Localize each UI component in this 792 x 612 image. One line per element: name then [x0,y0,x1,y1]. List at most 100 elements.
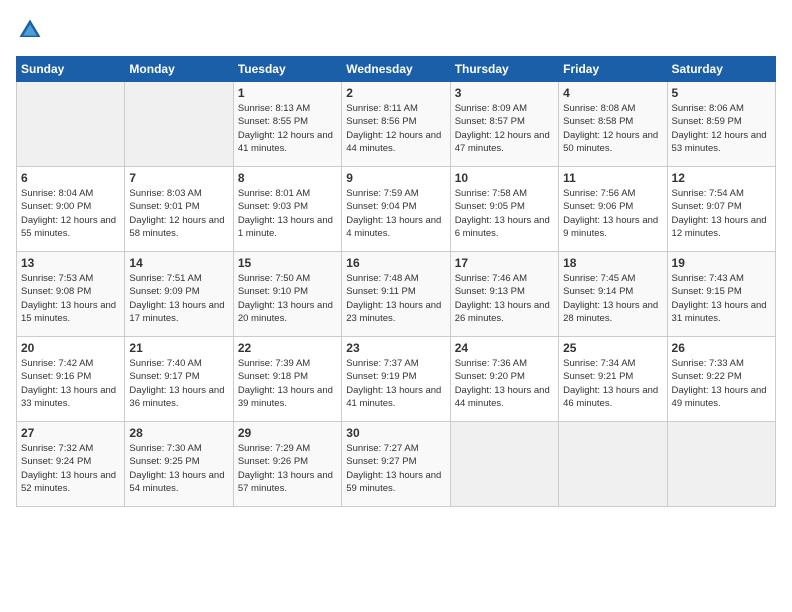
calendar-cell: 3 Sunrise: 8:09 AM Sunset: 8:57 PM Daylig… [450,82,558,167]
day-info: Sunrise: 7:56 AM Sunset: 9:06 PM Dayligh… [563,187,662,240]
day-number: 4 [563,86,662,100]
calendar-cell: 5Sunrise: 8:06 AM Sunset: 8:59 PM Daylig… [667,82,775,167]
calendar-cell: 6 Sunrise: 8:04 AM Sunset: 9:00 PM Daylig… [17,167,125,252]
day-number: 6 [21,171,120,185]
day-number: 23 [346,341,445,355]
weekday-header-thursday: Thursday [450,57,558,82]
day-info: Sunrise: 7:33 AM Sunset: 9:22 PM Dayligh… [672,357,771,410]
calendar-cell: 30 Sunrise: 7:27 AM Sunset: 9:27 PM Dayli… [342,422,450,507]
page-container: SundayMondayTuesdayWednesdayThursdayFrid… [0,0,792,515]
day-number: 28 [129,426,228,440]
day-info: Sunrise: 8:06 AM Sunset: 8:59 PM Dayligh… [672,102,771,155]
calendar-cell: 28 Sunrise: 7:30 AM Sunset: 9:25 PM Dayli… [125,422,233,507]
weekday-header-sunday: Sunday [17,57,125,82]
day-info: Sunrise: 7:37 AM Sunset: 9:19 PM Dayligh… [346,357,445,410]
day-number: 12 [672,171,771,185]
calendar-cell: 24 Sunrise: 7:36 AM Sunset: 9:20 PM Dayli… [450,337,558,422]
day-number: 11 [563,171,662,185]
calendar-cell [667,422,775,507]
day-number: 22 [238,341,337,355]
logo-icon [16,16,44,44]
day-info: Sunrise: 7:32 AM Sunset: 9:24 PM Dayligh… [21,442,120,495]
calendar-cell: 23 Sunrise: 7:37 AM Sunset: 9:19 PM Dayli… [342,337,450,422]
day-number: 17 [455,256,554,270]
day-info: Sunrise: 8:03 AM Sunset: 9:01 PM Dayligh… [129,187,228,240]
day-number: 9 [346,171,445,185]
calendar-table: SundayMondayTuesdayWednesdayThursdayFrid… [16,56,776,507]
calendar-cell: 14 Sunrise: 7:51 AM Sunset: 9:09 PM Dayli… [125,252,233,337]
calendar-cell: 26Sunrise: 7:33 AM Sunset: 9:22 PM Dayli… [667,337,775,422]
weekday-header-row: SundayMondayTuesdayWednesdayThursdayFrid… [17,57,776,82]
day-number: 29 [238,426,337,440]
day-info: Sunrise: 7:39 AM Sunset: 9:18 PM Dayligh… [238,357,337,410]
calendar-cell: 18 Sunrise: 7:45 AM Sunset: 9:14 PM Dayli… [559,252,667,337]
day-info: Sunrise: 7:51 AM Sunset: 9:09 PM Dayligh… [129,272,228,325]
calendar-week-4: 20 Sunrise: 7:42 AM Sunset: 9:16 PM Dayli… [17,337,776,422]
day-number: 7 [129,171,228,185]
calendar-cell: 21 Sunrise: 7:40 AM Sunset: 9:17 PM Dayli… [125,337,233,422]
day-number: 16 [346,256,445,270]
weekday-header-monday: Monday [125,57,233,82]
day-info: Sunrise: 7:46 AM Sunset: 9:13 PM Dayligh… [455,272,554,325]
calendar-cell: 22 Sunrise: 7:39 AM Sunset: 9:18 PM Dayli… [233,337,341,422]
day-info: Sunrise: 8:13 AM Sunset: 8:55 PM Dayligh… [238,102,337,155]
calendar-cell: 12 Sunrise: 7:54 AM Sunset: 9:07 PM Dayli… [667,167,775,252]
calendar-cell [125,82,233,167]
day-info: Sunrise: 7:45 AM Sunset: 9:14 PM Dayligh… [563,272,662,325]
day-info: Sunrise: 8:09 AM Sunset: 8:57 PM Dayligh… [455,102,554,155]
day-info: Sunrise: 7:34 AM Sunset: 9:21 PM Dayligh… [563,357,662,410]
calendar-cell: 25 Sunrise: 7:34 AM Sunset: 9:21 PM Dayli… [559,337,667,422]
day-info: Sunrise: 7:43 AM Sunset: 9:15 PM Dayligh… [672,272,771,325]
calendar-cell: 17 Sunrise: 7:46 AM Sunset: 9:13 PM Dayli… [450,252,558,337]
calendar-cell: 10 Sunrise: 7:58 AM Sunset: 9:05 PM Dayli… [450,167,558,252]
header [16,16,776,44]
calendar-cell [17,82,125,167]
day-number: 18 [563,256,662,270]
day-number: 14 [129,256,228,270]
day-info: Sunrise: 7:54 AM Sunset: 9:07 PM Dayligh… [672,187,771,240]
weekday-header-tuesday: Tuesday [233,57,341,82]
day-info: Sunrise: 8:01 AM Sunset: 9:03 PM Dayligh… [238,187,337,240]
weekday-header-saturday: Saturday [667,57,775,82]
day-info: Sunrise: 7:42 AM Sunset: 9:16 PM Dayligh… [21,357,120,410]
calendar-body: 1 Sunrise: 8:13 AM Sunset: 8:55 PM Daylig… [17,82,776,507]
calendar-cell: 2Sunrise: 8:11 AM Sunset: 8:56 PM Daylig… [342,82,450,167]
calendar-week-1: 1 Sunrise: 8:13 AM Sunset: 8:55 PM Daylig… [17,82,776,167]
day-number: 21 [129,341,228,355]
calendar-cell: 8Sunrise: 8:01 AM Sunset: 9:03 PM Daylig… [233,167,341,252]
day-info: Sunrise: 7:58 AM Sunset: 9:05 PM Dayligh… [455,187,554,240]
day-number: 2 [346,86,445,100]
day-number: 13 [21,256,120,270]
day-number: 3 [455,86,554,100]
day-info: Sunrise: 7:48 AM Sunset: 9:11 PM Dayligh… [346,272,445,325]
calendar-cell: 19 Sunrise: 7:43 AM Sunset: 9:15 PM Dayli… [667,252,775,337]
day-info: Sunrise: 7:53 AM Sunset: 9:08 PM Dayligh… [21,272,120,325]
day-number: 19 [672,256,771,270]
day-info: Sunrise: 7:50 AM Sunset: 9:10 PM Dayligh… [238,272,337,325]
day-number: 15 [238,256,337,270]
calendar-week-5: 27 Sunrise: 7:32 AM Sunset: 9:24 PM Dayli… [17,422,776,507]
day-info: Sunrise: 7:36 AM Sunset: 9:20 PM Dayligh… [455,357,554,410]
day-info: Sunrise: 7:40 AM Sunset: 9:17 PM Dayligh… [129,357,228,410]
calendar-cell [450,422,558,507]
weekday-header-friday: Friday [559,57,667,82]
day-number: 25 [563,341,662,355]
calendar-cell [559,422,667,507]
calendar-cell: 29Sunrise: 7:29 AM Sunset: 9:26 PM Dayli… [233,422,341,507]
day-number: 1 [238,86,337,100]
calendar-cell: 7 Sunrise: 8:03 AM Sunset: 9:01 PM Daylig… [125,167,233,252]
day-number: 24 [455,341,554,355]
day-number: 10 [455,171,554,185]
day-number: 20 [21,341,120,355]
calendar-cell: 1 Sunrise: 8:13 AM Sunset: 8:55 PM Daylig… [233,82,341,167]
day-info: Sunrise: 7:30 AM Sunset: 9:25 PM Dayligh… [129,442,228,495]
calendar-week-2: 6 Sunrise: 8:04 AM Sunset: 9:00 PM Daylig… [17,167,776,252]
day-number: 27 [21,426,120,440]
calendar-cell: 4Sunrise: 8:08 AM Sunset: 8:58 PM Daylig… [559,82,667,167]
weekday-header-wednesday: Wednesday [342,57,450,82]
calendar-cell: 16 Sunrise: 7:48 AM Sunset: 9:11 PM Dayli… [342,252,450,337]
day-info: Sunrise: 8:04 AM Sunset: 9:00 PM Dayligh… [21,187,120,240]
day-info: Sunrise: 7:27 AM Sunset: 9:27 PM Dayligh… [346,442,445,495]
calendar-cell: 15 Sunrise: 7:50 AM Sunset: 9:10 PM Dayli… [233,252,341,337]
day-number: 30 [346,426,445,440]
